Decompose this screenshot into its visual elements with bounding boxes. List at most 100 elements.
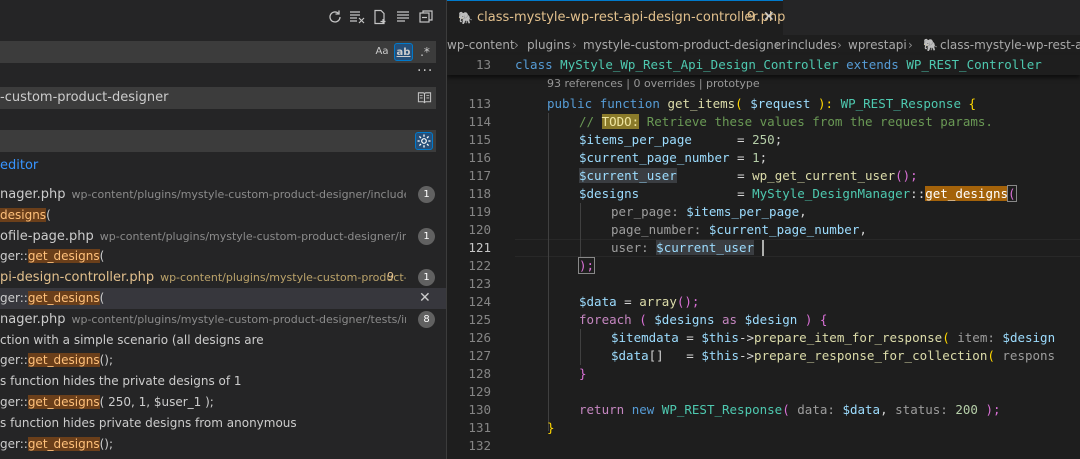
result-file-item[interactable]: nager.php wp-content/plugins/mystyle-cust… — [0, 184, 446, 205]
use-exclude-settings-button[interactable] — [415, 132, 433, 150]
code-token: $current_page_number — [579, 150, 730, 165]
code-line-118: $designs = MyStyle_DesignManager::get_de… — [579, 185, 1017, 202]
result-file-path: wp-content/plugins/mystyle-custom-produc… — [71, 188, 406, 201]
match-highlight: get_designs — [27, 436, 100, 451]
breadcrumb-item[interactable]: includes — [787, 35, 837, 55]
code-line-115: $items_per_page = 250; — [579, 132, 782, 147]
close-tab-icon[interactable]: ✕ — [763, 9, 775, 25]
result-match-item[interactable]: s function hides the private designs of … — [0, 371, 446, 392]
code-token: $data — [611, 348, 649, 363]
code-line-126: $itemdata = $this->prepare_item_for_resp… — [611, 330, 1055, 345]
code-token: $data — [842, 402, 881, 417]
editor-tab-bar: 🐘 class-mystyle-wp-rest-api-design-contr… — [447, 0, 1080, 35]
line-number: 115 — [468, 132, 491, 147]
collapse-all-icon[interactable] — [395, 9, 411, 25]
result-match-item[interactable]: ction with a simple scenario (all design… — [0, 330, 446, 351]
line-number: 122 — [468, 258, 491, 273]
code-token: $designs — [654, 312, 715, 327]
breadcrumb-item[interactable]: wp-content — [447, 35, 515, 55]
match-whole-word-toggle[interactable]: ab — [394, 43, 413, 61]
breadcrumb-item[interactable]: plugins — [527, 35, 570, 55]
result-file-item[interactable]: pi-design-controller.php wp-content/plugi… — [0, 267, 446, 288]
match-count-badge: 1 — [418, 269, 435, 287]
use-regex-toggle[interactable]: .* — [416, 43, 434, 61]
result-file-name: nager.php — [0, 311, 66, 327]
code-token: { — [819, 312, 828, 327]
code-token: function — [599, 96, 660, 111]
code-token: ( — [1007, 185, 1017, 202]
match-context: ger:: — [0, 394, 28, 409]
match-context: ( — [46, 207, 51, 222]
code-token: page_number: — [611, 222, 702, 237]
code-line-117: $current_user = wp_get_current_user(); — [579, 168, 918, 183]
code-token: status: — [895, 402, 948, 417]
code-token: = — [686, 348, 702, 363]
code-token: $current_user — [579, 168, 677, 183]
code-token: extends — [846, 57, 899, 72]
editor-tab[interactable]: 🐘 class-mystyle-wp-rest-api-design-contr… — [447, 0, 786, 35]
result-match-item[interactable]: ger::get_designs( 250, 1, $user_1 ); — [0, 392, 446, 413]
refresh-icon[interactable] — [327, 9, 343, 25]
line-number: 13 — [475, 57, 491, 72]
result-match-item[interactable]: ger::get_designs( — [0, 246, 446, 267]
codelens-references[interactable]: 93 references | 0 overrides | prototype — [547, 77, 760, 90]
breadcrumb-item[interactable]: class-mystyle-wp-rest-api — [940, 35, 1080, 55]
code-line-122: ); — [577, 257, 596, 274]
sticky-scroll-header[interactable]: 13 class MyStyle_Wp_Rest_Api_Design_Cont… — [447, 55, 1080, 75]
view-as-tree-icon[interactable] — [418, 9, 434, 25]
search-input[interactable]: Aa ab .* — [0, 41, 436, 63]
line-number: 117 — [468, 168, 491, 183]
breadcrumb-item[interactable]: mystyle-custom-product-designer — [583, 35, 786, 55]
files-to-exclude-input[interactable] — [0, 130, 436, 152]
files-to-include-input[interactable]: -custom-product-designer — [0, 87, 436, 109]
result-file-item[interactable]: ofile-page.php wp-content/plugins/mystyle… — [0, 226, 446, 247]
breadcrumb-item[interactable]: wprestapi — [848, 35, 907, 55]
line-number: 125 — [468, 312, 491, 327]
toggle-search-details-icon[interactable]: ··· — [417, 63, 433, 79]
code-token: MyStyle_DesignManager — [752, 186, 911, 201]
files-to-include-value: -custom-product-designer — [0, 90, 169, 105]
new-search-editor-icon[interactable] — [372, 9, 388, 25]
code-line-116: $current_page_number = 1; — [579, 150, 767, 165]
clear-results-icon[interactable] — [349, 9, 365, 25]
todo-tag: TODO: — [601, 114, 640, 129]
code-token: prepare_item_for_response — [754, 330, 943, 345]
match-highlight: get_designs — [27, 249, 100, 264]
result-file-path: wp-content/plugins/mystyle-custom-produc… — [160, 271, 406, 285]
match-context: ction with a simple scenario (all design… — [0, 332, 264, 347]
result-file-name: ofile-page.php — [0, 228, 94, 244]
line-number: 129 — [468, 384, 491, 399]
text-cursor — [762, 240, 764, 256]
result-match-item[interactable]: s function hides private designs from an… — [0, 413, 446, 434]
code-token: , — [799, 204, 807, 219]
dismiss-result-icon[interactable]: ✕ — [419, 288, 431, 309]
result-match-item[interactable]: ger::get_designs(✕ — [0, 287, 446, 309]
line-number: 118 — [468, 186, 491, 201]
result-match-item[interactable]: designs( — [0, 205, 446, 226]
breadcrumb-chevron-icon: › — [775, 38, 780, 52]
code-token: (); — [676, 294, 700, 309]
result-match-item[interactable]: ger::get_designs(); — [0, 350, 446, 371]
code-token: // — [579, 114, 602, 129]
code-line-130: return new WP_REST_Response( data: $data… — [579, 402, 1001, 417]
match-count-badge: 1 — [418, 186, 435, 203]
search-only-open-editors-icon[interactable] — [417, 90, 432, 105]
code-token: :: — [910, 186, 926, 201]
code-token: ; — [774, 132, 783, 147]
code-token: ( — [987, 348, 995, 363]
open-in-editor-link[interactable]: editor — [0, 158, 38, 173]
breadcrumb-chevron-icon: › — [514, 38, 519, 52]
php-file-icon: 🐘 — [923, 38, 938, 52]
search-results-tree: nager.php wp-content/plugins/mystyle-cust… — [0, 184, 446, 454]
result-file-item[interactable]: nager.php wp-content/plugins/mystyle-cust… — [0, 309, 446, 330]
code-token: ): — [817, 96, 834, 111]
match-highlight: get_designs — [27, 394, 100, 409]
tab-title: class-mystyle-wp-rest-api-design-control… — [477, 10, 786, 25]
code-token: , — [859, 222, 867, 237]
result-match-item[interactable]: ger::get_designs(); — [0, 434, 446, 455]
match-case-toggle[interactable]: Aa — [373, 43, 391, 61]
code-token: public — [547, 96, 593, 111]
code-token: data: — [797, 402, 835, 417]
code-token: prepare_response_for_collection — [754, 348, 988, 363]
code-token: 200 — [955, 402, 978, 417]
